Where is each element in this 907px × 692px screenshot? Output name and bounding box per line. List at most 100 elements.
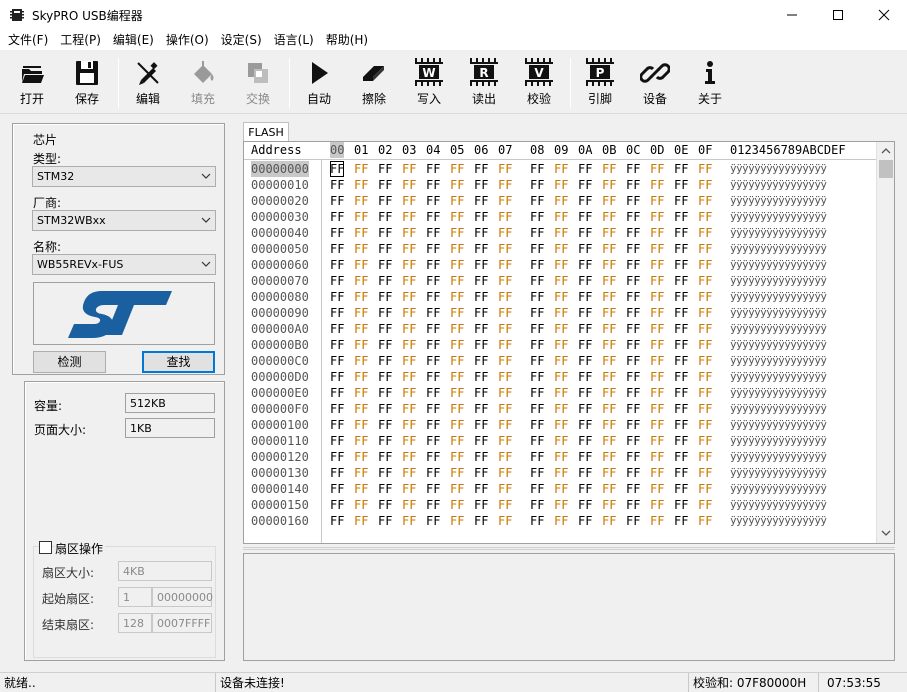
hex-byte[interactable]: FF: [330, 305, 344, 321]
hex-byte[interactable]: FF: [330, 369, 344, 385]
hex-byte[interactable]: FF: [474, 289, 488, 305]
hex-byte[interactable]: FF: [402, 209, 416, 225]
find-button[interactable]: 查找: [142, 351, 215, 373]
ascii-text[interactable]: ÿÿÿÿÿÿÿÿÿÿÿÿÿÿÿÿ: [730, 241, 827, 257]
hex-byte[interactable]: FF: [578, 433, 592, 449]
hex-byte[interactable]: FF: [626, 465, 640, 481]
hex-byte[interactable]: FF: [498, 225, 512, 241]
hex-byte[interactable]: FF: [554, 273, 568, 289]
hex-byte[interactable]: FF: [602, 353, 616, 369]
type-select[interactable]: STM32: [32, 166, 216, 187]
ascii-text[interactable]: ÿÿÿÿÿÿÿÿÿÿÿÿÿÿÿÿ: [730, 481, 827, 497]
hex-byte[interactable]: FF: [650, 241, 664, 257]
hex-byte[interactable]: FF: [426, 177, 440, 193]
hex-byte[interactable]: FF: [426, 369, 440, 385]
hex-byte[interactable]: FF: [474, 401, 488, 417]
hex-byte[interactable]: FF: [426, 417, 440, 433]
hex-byte[interactable]: FF: [578, 417, 592, 433]
hex-byte[interactable]: FF: [498, 449, 512, 465]
hex-byte[interactable]: FF: [554, 497, 568, 513]
hex-byte[interactable]: FF: [674, 433, 688, 449]
hex-byte[interactable]: FF: [554, 337, 568, 353]
hex-row[interactable]: 00000100 FF FF FF FF FF FF FF FF FF FF FF FF FF FF FF FF…: [244, 417, 876, 433]
hex-byte[interactable]: FF: [578, 321, 592, 337]
hex-byte[interactable]: FF: [698, 449, 712, 465]
hex-row[interactable]: 000000C0 FF FF FF FF FF FF FF FF FF FF FF FF FF FF FF FF…: [244, 353, 876, 369]
edit-button[interactable]: 编辑: [126, 56, 170, 110]
hex-byte[interactable]: FF: [626, 321, 640, 337]
hex-byte[interactable]: FF: [450, 337, 464, 353]
hex-row[interactable]: 000000F0 FF FF FF FF FF FF FF FF FF FF FF FF FF FF FF FF…: [244, 401, 876, 417]
ascii-text[interactable]: ÿÿÿÿÿÿÿÿÿÿÿÿÿÿÿÿ: [730, 417, 827, 433]
hex-byte[interactable]: FF: [450, 241, 464, 257]
hex-byte[interactable]: FF: [530, 481, 544, 497]
hex-byte[interactable]: FF: [354, 177, 368, 193]
hex-byte[interactable]: FF: [354, 385, 368, 401]
hex-byte[interactable]: FF: [578, 289, 592, 305]
hex-byte[interactable]: FF: [530, 337, 544, 353]
hex-byte[interactable]: FF: [602, 497, 616, 513]
ascii-text[interactable]: ÿÿÿÿÿÿÿÿÿÿÿÿÿÿÿÿ: [730, 177, 827, 193]
hex-byte[interactable]: FF: [650, 513, 664, 529]
hex-byte[interactable]: FF: [698, 401, 712, 417]
hex-byte[interactable]: FF: [354, 481, 368, 497]
hex-byte[interactable]: FF: [698, 353, 712, 369]
hex-byte[interactable]: FF: [474, 241, 488, 257]
hex-byte[interactable]: FF: [402, 449, 416, 465]
hex-row[interactable]: 00000140 FF FF FF FF FF FF FF FF FF FF FF FF FF FF FF FF…: [244, 481, 876, 497]
hex-byte[interactable]: FF: [402, 497, 416, 513]
hex-row[interactable]: 00000060 FF FF FF FF FF FF FF FF FF FF FF FF FF FF FF FF…: [244, 257, 876, 273]
hex-byte[interactable]: FF: [626, 241, 640, 257]
hex-row[interactable]: 00000000 FF FF FF FF FF FF FF FF FF FF FF FF FF FF FF FF…: [244, 161, 876, 177]
hex-byte[interactable]: FF: [674, 337, 688, 353]
hex-byte[interactable]: FF: [650, 305, 664, 321]
hex-byte[interactable]: FF: [650, 337, 664, 353]
hex-byte[interactable]: FF: [498, 177, 512, 193]
hex-byte[interactable]: FF: [698, 481, 712, 497]
hex-byte[interactable]: FF: [530, 401, 544, 417]
hex-byte[interactable]: FF: [426, 465, 440, 481]
hex-byte[interactable]: FF: [578, 401, 592, 417]
hex-byte[interactable]: FF: [602, 177, 616, 193]
hex-byte[interactable]: FF: [530, 241, 544, 257]
hex-byte[interactable]: FF: [474, 305, 488, 321]
hex-row[interactable]: 00000080 FF FF FF FF FF FF FF FF FF FF FF FF FF FF FF FF…: [244, 289, 876, 305]
hex-byte[interactable]: FF: [530, 433, 544, 449]
hex-byte[interactable]: FF: [626, 289, 640, 305]
maximize-button[interactable]: [815, 0, 861, 30]
hex-byte[interactable]: FF: [674, 273, 688, 289]
hex-byte[interactable]: FF: [554, 161, 568, 177]
ascii-text[interactable]: ÿÿÿÿÿÿÿÿÿÿÿÿÿÿÿÿ: [730, 193, 827, 209]
hex-byte[interactable]: FF: [498, 401, 512, 417]
hex-byte[interactable]: FF: [450, 513, 464, 529]
hex-byte[interactable]: FF: [530, 273, 544, 289]
hex-byte[interactable]: FF: [530, 305, 544, 321]
hex-byte[interactable]: FF: [554, 241, 568, 257]
hex-byte[interactable]: FF: [698, 321, 712, 337]
hex-byte[interactable]: FF: [354, 369, 368, 385]
hex-byte[interactable]: FF: [426, 401, 440, 417]
hex-byte[interactable]: FF: [698, 513, 712, 529]
hex-byte[interactable]: FF: [650, 289, 664, 305]
hex-byte[interactable]: FF: [602, 305, 616, 321]
hex-byte[interactable]: FF: [602, 337, 616, 353]
hex-byte[interactable]: FF: [650, 369, 664, 385]
hex-byte[interactable]: FF: [402, 337, 416, 353]
hex-byte[interactable]: FF: [698, 161, 712, 177]
hex-byte[interactable]: FF: [498, 273, 512, 289]
hex-row[interactable]: 00000070 FF FF FF FF FF FF FF FF FF FF FF FF FF FF FF FF…: [244, 273, 876, 289]
hex-byte[interactable]: FF: [674, 385, 688, 401]
ascii-text[interactable]: ÿÿÿÿÿÿÿÿÿÿÿÿÿÿÿÿ: [730, 273, 827, 289]
hex-byte[interactable]: FF: [578, 273, 592, 289]
ascii-text[interactable]: ÿÿÿÿÿÿÿÿÿÿÿÿÿÿÿÿ: [730, 401, 827, 417]
hex-byte[interactable]: FF: [378, 465, 392, 481]
erase-button[interactable]: 擦除: [352, 56, 396, 110]
hex-byte[interactable]: FF: [698, 385, 712, 401]
hex-byte[interactable]: FF: [330, 177, 344, 193]
hex-byte[interactable]: FF: [498, 433, 512, 449]
hex-byte[interactable]: FF: [378, 369, 392, 385]
hex-byte[interactable]: FF: [698, 225, 712, 241]
hex-byte[interactable]: FF: [498, 305, 512, 321]
hex-row[interactable]: 00000150 FF FF FF FF FF FF FF FF FF FF FF FF FF FF FF FF…: [244, 497, 876, 513]
hex-byte[interactable]: FF: [450, 209, 464, 225]
